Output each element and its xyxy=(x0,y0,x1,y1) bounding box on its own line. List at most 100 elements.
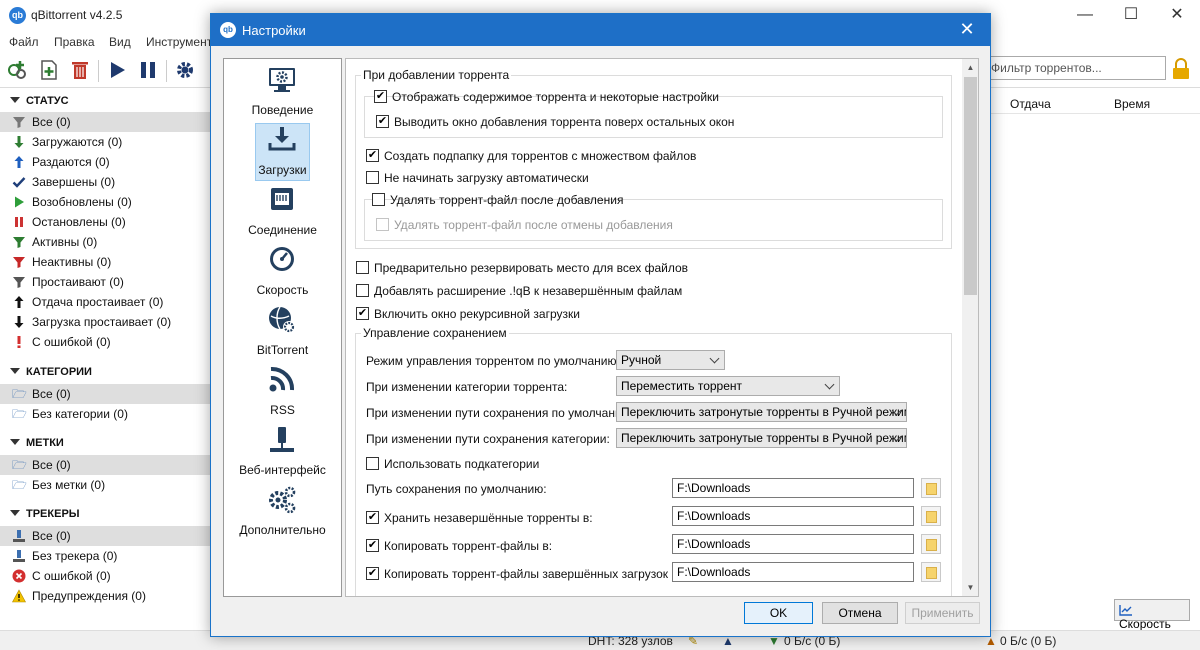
speed-graph-button[interactable]: Скорость xyxy=(1114,599,1190,631)
status-filter-item[interactable]: Загрузка простаивает (0) xyxy=(0,312,212,332)
default-path-change-combo[interactable]: Переключить затронутые торренты в Ручной… xyxy=(616,402,907,422)
checkbox-label: Хранить незавершённые торренты в: xyxy=(384,511,593,525)
tag-all[interactable]: 🗁 Все (0) xyxy=(0,455,212,475)
status-section-header[interactable]: СТАТУС xyxy=(10,95,69,107)
checkbox-box xyxy=(376,218,389,231)
filter-icon xyxy=(12,115,26,129)
combo-value: Ручной xyxy=(621,353,662,367)
status-filter-item[interactable]: Отдача простаивает (0) xyxy=(0,292,212,312)
warning-icon xyxy=(12,589,26,603)
incomplete-path-field[interactable]: F:\Downloads xyxy=(672,506,914,526)
scroll-up-icon[interactable]: ▲ xyxy=(962,59,978,76)
checkbox-box xyxy=(372,193,385,206)
delete-after-add-checkbox[interactable]: Удалять торрент-файл после добавления xyxy=(372,192,623,208)
status-filter-item[interactable]: Остановлены (0) xyxy=(0,212,212,232)
tracker-label: Все (0) xyxy=(32,529,71,543)
copy-torrents-path-field[interactable]: F:\Downloads xyxy=(672,534,914,554)
status-filter-item[interactable]: Активны (0) xyxy=(0,232,212,252)
upload-speed[interactable]: 0 Б/с (0 Б) xyxy=(1000,634,1056,648)
checkbox-label: Удалять торрент-файл после добавления xyxy=(390,193,624,207)
vertical-scrollbar[interactable]: ▲ ▼ xyxy=(962,59,978,596)
downloads-settings-page: При добавлении торрента ✔ Отображать сод… xyxy=(345,58,979,597)
browse-folder-button[interactable] xyxy=(921,534,941,554)
status-filter-item[interactable]: Загружаются (0) xyxy=(0,132,212,152)
category-connection[interactable]: Соединение xyxy=(224,181,341,241)
checkbox-label: Копировать торрент-файлы завершённых заг… xyxy=(384,567,682,581)
globe-gear-icon xyxy=(269,306,295,333)
checkbox-label: Включить окно рекурсивной загрузки xyxy=(374,307,580,321)
browse-folder-button[interactable] xyxy=(921,562,941,582)
status-filter-item[interactable]: Простаивают (0) xyxy=(0,272,212,292)
category-label: BitTorrent xyxy=(256,343,309,357)
close-icon[interactable]: ✕ xyxy=(1154,0,1200,32)
combo-value: Переключить затронутые торренты в Ручной… xyxy=(621,405,907,419)
qbittorrent-app-icon: qb xyxy=(9,7,26,24)
browse-folder-button[interactable] xyxy=(921,478,941,498)
scroll-down-icon[interactable]: ▼ xyxy=(962,579,978,596)
tracker-trackerless[interactable]: Без трекера (0) xyxy=(0,546,212,566)
maximize-icon[interactable]: ☐ xyxy=(1108,0,1154,32)
options-gear-icon[interactable] xyxy=(173,58,197,82)
categories-section-header[interactable]: КАТЕГОРИИ xyxy=(10,366,92,378)
add-torrent-file-icon[interactable] xyxy=(37,58,61,82)
menu-file[interactable]: Файл xyxy=(9,35,39,49)
status-filter-item[interactable]: С ошибкой (0) xyxy=(0,332,212,352)
scroll-thumb[interactable] xyxy=(964,77,977,295)
category-speed[interactable]: Скорость xyxy=(224,241,341,301)
trackers-section-header[interactable]: ТРЕКЕРЫ xyxy=(10,508,80,520)
category-change-combo[interactable]: Переместить торрент xyxy=(616,376,840,396)
cancel-button[interactable]: Отмена xyxy=(822,602,898,624)
browse-folder-button[interactable] xyxy=(921,506,941,526)
filter-sidebar: СТАТУС Все (0) Загружаются (0) Раздаются (… xyxy=(0,89,212,629)
category-behavior[interactable]: Поведение xyxy=(224,61,341,121)
resume-icon[interactable] xyxy=(105,58,129,82)
column-upload[interactable]: Отдача xyxy=(1010,97,1051,111)
category-webui[interactable]: Веб-интерфейс xyxy=(224,421,341,481)
category-uncategorized[interactable]: 🗁 Без категории (0) xyxy=(0,404,212,424)
category-downloads[interactable]: Загрузки xyxy=(224,121,341,181)
dialog-titlebar: qb Настройки ✕ xyxy=(211,14,990,46)
status-filter-label: Все (0) xyxy=(32,115,71,129)
category-all[interactable]: 🗁 Все (0) xyxy=(0,384,212,404)
category-path-change-combo[interactable]: Переключить затронутые торренты в Ручной… xyxy=(616,428,907,448)
category-rss[interactable]: RSS xyxy=(224,361,341,421)
add-torrent-link-icon[interactable] xyxy=(6,58,30,82)
default-path-change-label: При изменении пути сохранения по умолчан… xyxy=(366,406,635,420)
ok-button[interactable]: OK xyxy=(744,602,813,624)
checkbox-box: ✔ xyxy=(356,307,369,320)
default-save-path-field[interactable]: F:\Downloads xyxy=(672,478,914,498)
category-bittorrent[interactable]: BitTorrent xyxy=(224,301,341,361)
checkbox-box xyxy=(356,261,369,274)
status-filter-item[interactable]: Возобновлены (0) xyxy=(0,192,212,212)
status-filter-item[interactable]: Неактивны (0) xyxy=(0,252,212,272)
menu-view[interactable]: Вид xyxy=(109,35,131,49)
status-filter-item[interactable]: Все (0) xyxy=(0,112,212,132)
delete-icon[interactable] xyxy=(68,58,92,82)
menu-tools[interactable]: Инструмент xyxy=(146,35,212,49)
filter-icon xyxy=(12,255,26,269)
category-advanced[interactable]: Дополнительно xyxy=(224,481,341,541)
checkbox-label: Предварительно резервировать место для в… xyxy=(374,261,689,275)
tracker-all[interactable]: Все (0) xyxy=(0,526,212,546)
tag-untagged[interactable]: 🗁 Без метки (0) xyxy=(0,475,212,495)
status-filter-item[interactable]: Раздаются (0) xyxy=(0,152,212,172)
apply-button[interactable]: Применить xyxy=(905,602,980,624)
tracker-warning[interactable]: Предупреждения (0) xyxy=(0,586,212,606)
default-mode-combo[interactable]: Ручной xyxy=(616,350,725,370)
category-path-change-label: При изменении пути сохранения категории: xyxy=(366,432,610,446)
minimize-icon[interactable]: — xyxy=(1062,0,1108,32)
combo-value: Переместить торрент xyxy=(621,379,743,393)
lock-icon[interactable] xyxy=(1172,58,1190,80)
menu-edit[interactable]: Правка xyxy=(54,35,95,49)
status-filter-item[interactable]: Завершены (0) xyxy=(0,172,212,192)
pause-icon[interactable] xyxy=(136,58,160,82)
speedometer-icon xyxy=(270,247,294,271)
torrent-filter-input[interactable]: Фильтр торрентов... xyxy=(986,56,1166,80)
copy-finished-path-field[interactable]: F:\Downloads xyxy=(672,562,914,582)
status-filter-label: Простаивают (0) xyxy=(32,275,124,289)
checkbox-box: ✔ xyxy=(366,567,379,580)
tags-section-header[interactable]: МЕТКИ xyxy=(10,437,64,449)
column-time[interactable]: Время xyxy=(1114,97,1150,111)
tracker-error[interactable]: С ошибкой (0) xyxy=(0,566,212,586)
dialog-close-icon[interactable]: ✕ xyxy=(944,14,990,46)
